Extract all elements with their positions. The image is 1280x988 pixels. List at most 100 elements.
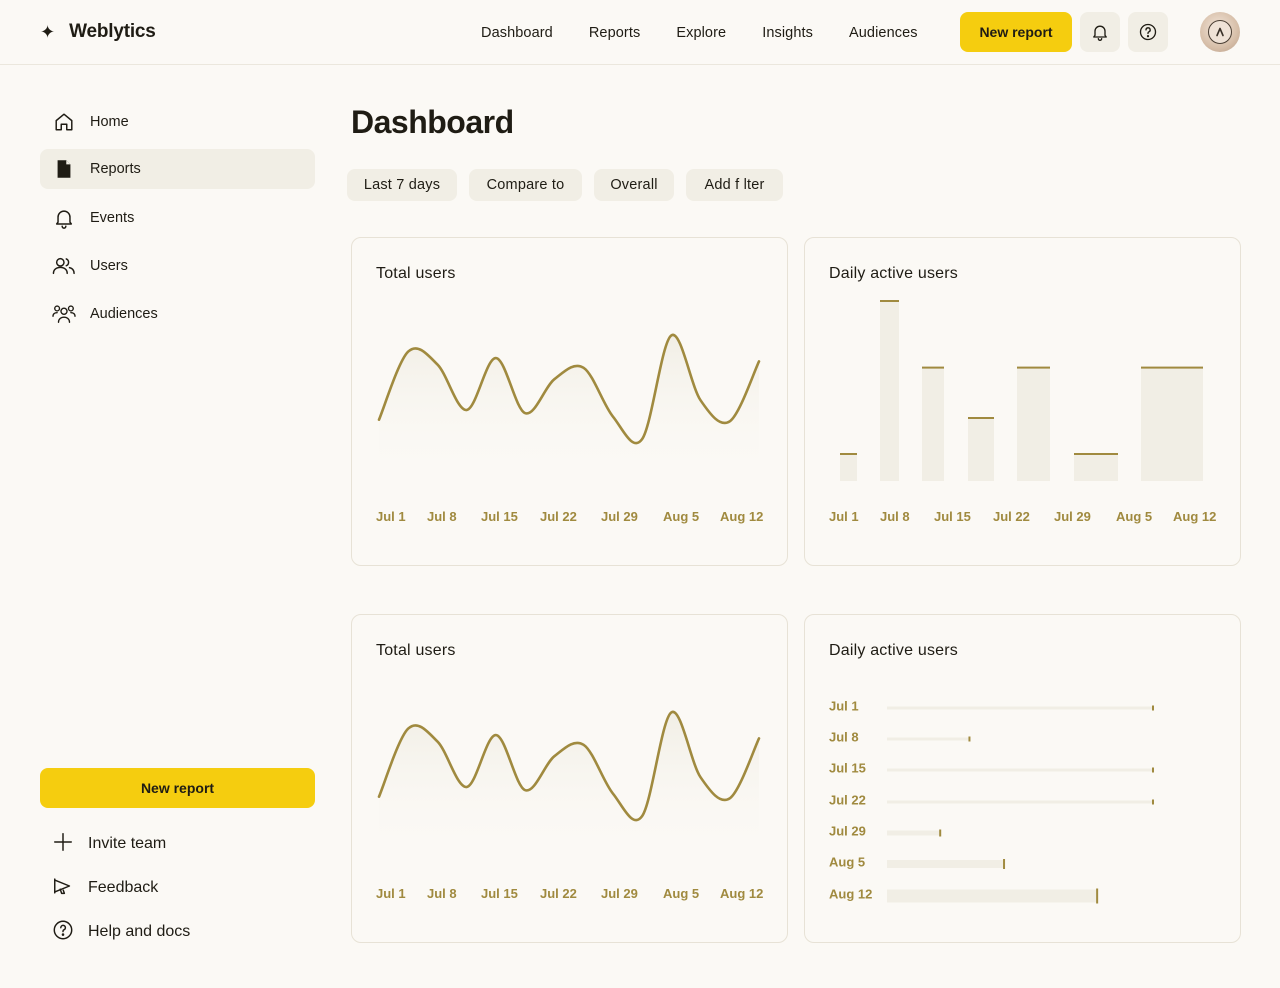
help-icon <box>52 919 74 946</box>
help-button[interactable] <box>1128 12 1168 52</box>
bar-cap <box>1152 705 1154 711</box>
users-icon <box>52 254 76 278</box>
sidebar-item-audiences[interactable]: Audiences <box>40 294 315 334</box>
x-tick-label: Jul 1 <box>376 886 406 901</box>
bar-cap <box>968 417 994 419</box>
sidebar-new-report-button[interactable]: New report <box>40 768 315 808</box>
line-chart: Jul 1 Jul 8 Jul 15 Jul 22 Jul 29 Aug 5 Aug 12 <box>376 710 763 901</box>
help-docs-link[interactable]: Help and docs <box>40 914 315 950</box>
x-tick-label: Aug 5 <box>663 509 699 524</box>
sidebar-item-reports[interactable]: Reports <box>40 149 315 189</box>
bar <box>1074 454 1118 481</box>
y-tick-label: Jul 8 <box>829 730 859 745</box>
sparkle-logo-icon: ✦ <box>40 22 56 42</box>
feedback-link[interactable]: Feedback <box>40 870 315 906</box>
brand-name: Weblytics <box>69 21 156 42</box>
avatar-logo-icon <box>1208 20 1232 44</box>
x-tick-label: Aug 12 <box>720 509 763 524</box>
bell-icon <box>1093 25 1107 41</box>
sidebar-item-label: Users <box>90 258 128 274</box>
x-tick-label: Jul 22 <box>993 509 1030 524</box>
bar-cap <box>1074 453 1118 455</box>
line-chart: Jul 1 Jul 8 Jul 15 Jul 22 Jul 29 Aug 5 Aug 12 <box>376 333 763 524</box>
bar-cap <box>1096 888 1099 904</box>
sidebar-item-label: Reports <box>90 161 141 177</box>
sidebar-item-events[interactable]: Events <box>40 198 315 238</box>
series-area <box>379 334 759 478</box>
bar <box>840 454 857 481</box>
notifications-button[interactable] <box>1080 12 1120 52</box>
bar-cap <box>1017 366 1050 369</box>
x-tick-label: Jul 8 <box>880 509 910 524</box>
page-title: Dashboard <box>351 104 514 140</box>
x-tick-label: Jul 1 <box>376 509 406 524</box>
bar <box>887 768 1153 772</box>
bar-cap <box>1003 859 1006 869</box>
bar-cap <box>1152 767 1154 773</box>
bar-chart: Jul 1 Jul 8 Jul 15 Jul 22 Jul 29 Aug 5 Aug 12 <box>829 300 1216 524</box>
bar <box>887 860 1005 868</box>
sidebar-footer-label: Help and docs <box>88 923 191 940</box>
x-tick-label: Jul 29 <box>1054 509 1091 524</box>
nav-insights[interactable]: Insights <box>744 25 831 41</box>
bar <box>887 737 970 741</box>
plus-icon <box>52 831 74 858</box>
sidebar-item-label: Home <box>90 114 129 130</box>
bar <box>887 830 941 836</box>
horizontal-bar-chart: Jul 1 Jul 8 Jul 15 Jul 22 Jul 29 Aug 5 Aug 12 <box>829 699 1154 904</box>
y-tick-label: Jul 1 <box>829 699 859 714</box>
filter-add[interactable]: Add f lter <box>686 169 783 201</box>
bar <box>887 706 1153 710</box>
sidebar-item-home[interactable]: Home <box>40 102 315 142</box>
sidebar-footer-label: Invite team <box>88 835 167 852</box>
bar <box>887 889 1098 903</box>
chart-card-daily-active-users-2: Daily active users Jul 1 Jul 8 Jul 15 Jul 2… <box>804 614 1241 943</box>
series-area <box>379 711 759 855</box>
new-report-button[interactable]: New report <box>960 12 1072 52</box>
brand[interactable]: ✦ Weblytics <box>40 20 156 44</box>
x-tick-label: Aug 12 <box>1173 509 1216 524</box>
top-nav: Dashboard Reports Explore Insights Audie… <box>463 0 936 65</box>
chart-card-total-users-2: Total users Jul 1 Jul 8 Jul 15 Jul 22 Jul 29… <box>351 614 788 943</box>
nav-dashboard[interactable]: Dashboard <box>463 25 571 41</box>
chart-card-total-users: Total users Jul 1 Jul 8 Jul 15 Jul 22 Jul 29… <box>351 237 788 566</box>
x-tick-label: Jul 29 <box>601 509 638 524</box>
megaphone-icon <box>52 875 74 902</box>
x-tick-label: Aug 5 <box>1116 509 1152 524</box>
x-tick-label: Jul 29 <box>601 886 638 901</box>
bar-cap <box>840 453 857 455</box>
x-tick-label: Jul 22 <box>540 509 577 524</box>
filter-compare[interactable]: Compare to <box>469 169 582 201</box>
sidebar-item-label: Events <box>90 210 135 226</box>
bar <box>922 367 944 481</box>
bar-cap <box>968 736 971 742</box>
bar <box>1017 367 1050 481</box>
sidebar-footer-label: Feedback <box>88 879 159 896</box>
top-bar: ✦ Weblytics Dashboard Reports Explore In… <box>0 0 1280 65</box>
bar <box>880 301 899 481</box>
x-tick-label: Jul 15 <box>934 509 971 524</box>
y-tick-label: Jul 29 <box>829 824 866 839</box>
bar-cap <box>922 366 944 369</box>
bar-cap <box>880 300 899 302</box>
x-tick-label: Jul 1 <box>829 509 859 524</box>
y-tick-label: Aug 12 <box>829 887 872 902</box>
help-icon <box>1139 23 1157 41</box>
nav-reports[interactable]: Reports <box>571 25 658 41</box>
bar-cap <box>1152 799 1154 805</box>
filter-overall[interactable]: Overall <box>594 169 674 201</box>
x-tick-label: Jul 15 <box>481 509 518 524</box>
bar <box>887 800 1153 804</box>
y-tick-label: Aug 5 <box>829 855 865 870</box>
filter-date-range[interactable]: Last 7 days <box>347 169 457 201</box>
nav-explore[interactable]: Explore <box>658 25 744 41</box>
bar <box>968 418 994 481</box>
chart-card-daily-active-users: Daily active users Jul 1 Jul 8 Jul 15 Jul 2… <box>804 237 1241 566</box>
sidebar-item-label: Audiences <box>90 306 158 322</box>
x-tick-label: Aug 12 <box>720 886 763 901</box>
avatar[interactable] <box>1200 12 1240 52</box>
invite-team-link[interactable]: Invite team <box>40 826 315 862</box>
x-tick-label: Jul 8 <box>427 886 457 901</box>
sidebar-item-users[interactable]: Users <box>40 246 315 286</box>
nav-audiences[interactable]: Audiences <box>831 25 936 41</box>
